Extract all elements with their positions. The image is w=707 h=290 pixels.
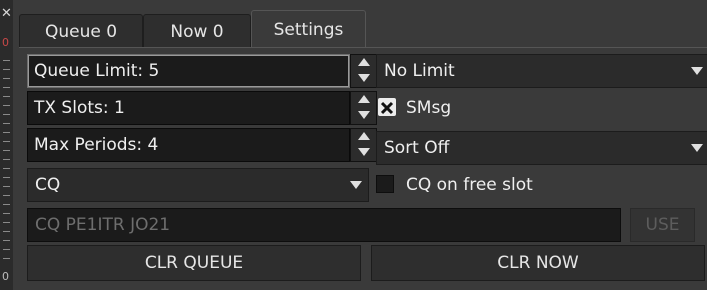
settings-content: Queue Limit: 5 TX Slots: 1 Max Periods: … xyxy=(19,47,707,288)
clear-now-button[interactable]: CLR NOW xyxy=(371,245,705,281)
left-edge-strip: ✕ 0 0 xyxy=(0,0,13,290)
level-marker-top: 0 xyxy=(2,36,9,49)
spin-up-icon[interactable] xyxy=(351,92,376,108)
dropdown-arrow-icon xyxy=(691,67,703,75)
cq-free-slot-checkbox[interactable] xyxy=(376,175,394,193)
cq-message-input[interactable]: CQ PE1ITR JO21 xyxy=(27,208,621,242)
cq-free-slot-row[interactable]: CQ on free slot xyxy=(376,171,596,199)
close-icon[interactable]: ✕ xyxy=(1,6,12,21)
sort-select-value: Sort Off xyxy=(384,138,450,158)
spin-down-icon[interactable] xyxy=(351,145,376,161)
level-marker-bottom: 0 xyxy=(2,270,9,283)
spin-up-icon[interactable] xyxy=(351,55,376,71)
cq-select-value: CQ xyxy=(35,175,61,195)
dropdown-arrow-icon xyxy=(350,181,362,189)
max-periods-spinbox[interactable]: Max Periods: 4 xyxy=(27,128,350,162)
max-periods-stepper[interactable] xyxy=(350,128,377,162)
tab-now[interactable]: Now 0 xyxy=(143,14,251,48)
tab-settings[interactable]: Settings xyxy=(251,10,366,48)
smsg-checkbox-row[interactable]: SMsg xyxy=(378,94,578,122)
level-scale xyxy=(3,60,10,265)
queue-limit-spinbox[interactable]: Queue Limit: 5 xyxy=(27,54,350,88)
cq-free-slot-label: CQ on free slot xyxy=(406,175,533,195)
checkmark-icon xyxy=(380,101,394,115)
tab-queue[interactable]: Queue 0 xyxy=(19,14,143,48)
spin-up-icon[interactable] xyxy=(351,129,376,145)
dropdown-arrow-icon xyxy=(691,144,703,152)
use-button[interactable]: USE xyxy=(630,208,695,242)
limit-select[interactable]: No Limit xyxy=(376,54,707,88)
tx-queue-panel: Queue 0 Now 0 Settings Queue Limit: 5 TX… xyxy=(13,0,707,290)
tx-slots-spinbox[interactable]: TX Slots: 1 xyxy=(27,91,350,125)
tx-slots-stepper[interactable] xyxy=(350,91,377,125)
queue-limit-stepper[interactable] xyxy=(350,54,377,88)
limit-select-value: No Limit xyxy=(384,61,455,81)
sort-select[interactable]: Sort Off xyxy=(376,131,707,165)
spin-down-icon[interactable] xyxy=(351,71,376,87)
spin-down-icon[interactable] xyxy=(351,108,376,124)
smsg-checkbox[interactable] xyxy=(378,98,396,116)
smsg-label: SMsg xyxy=(406,98,452,118)
clear-queue-button[interactable]: CLR QUEUE xyxy=(27,245,361,281)
cq-select[interactable]: CQ xyxy=(27,168,369,202)
